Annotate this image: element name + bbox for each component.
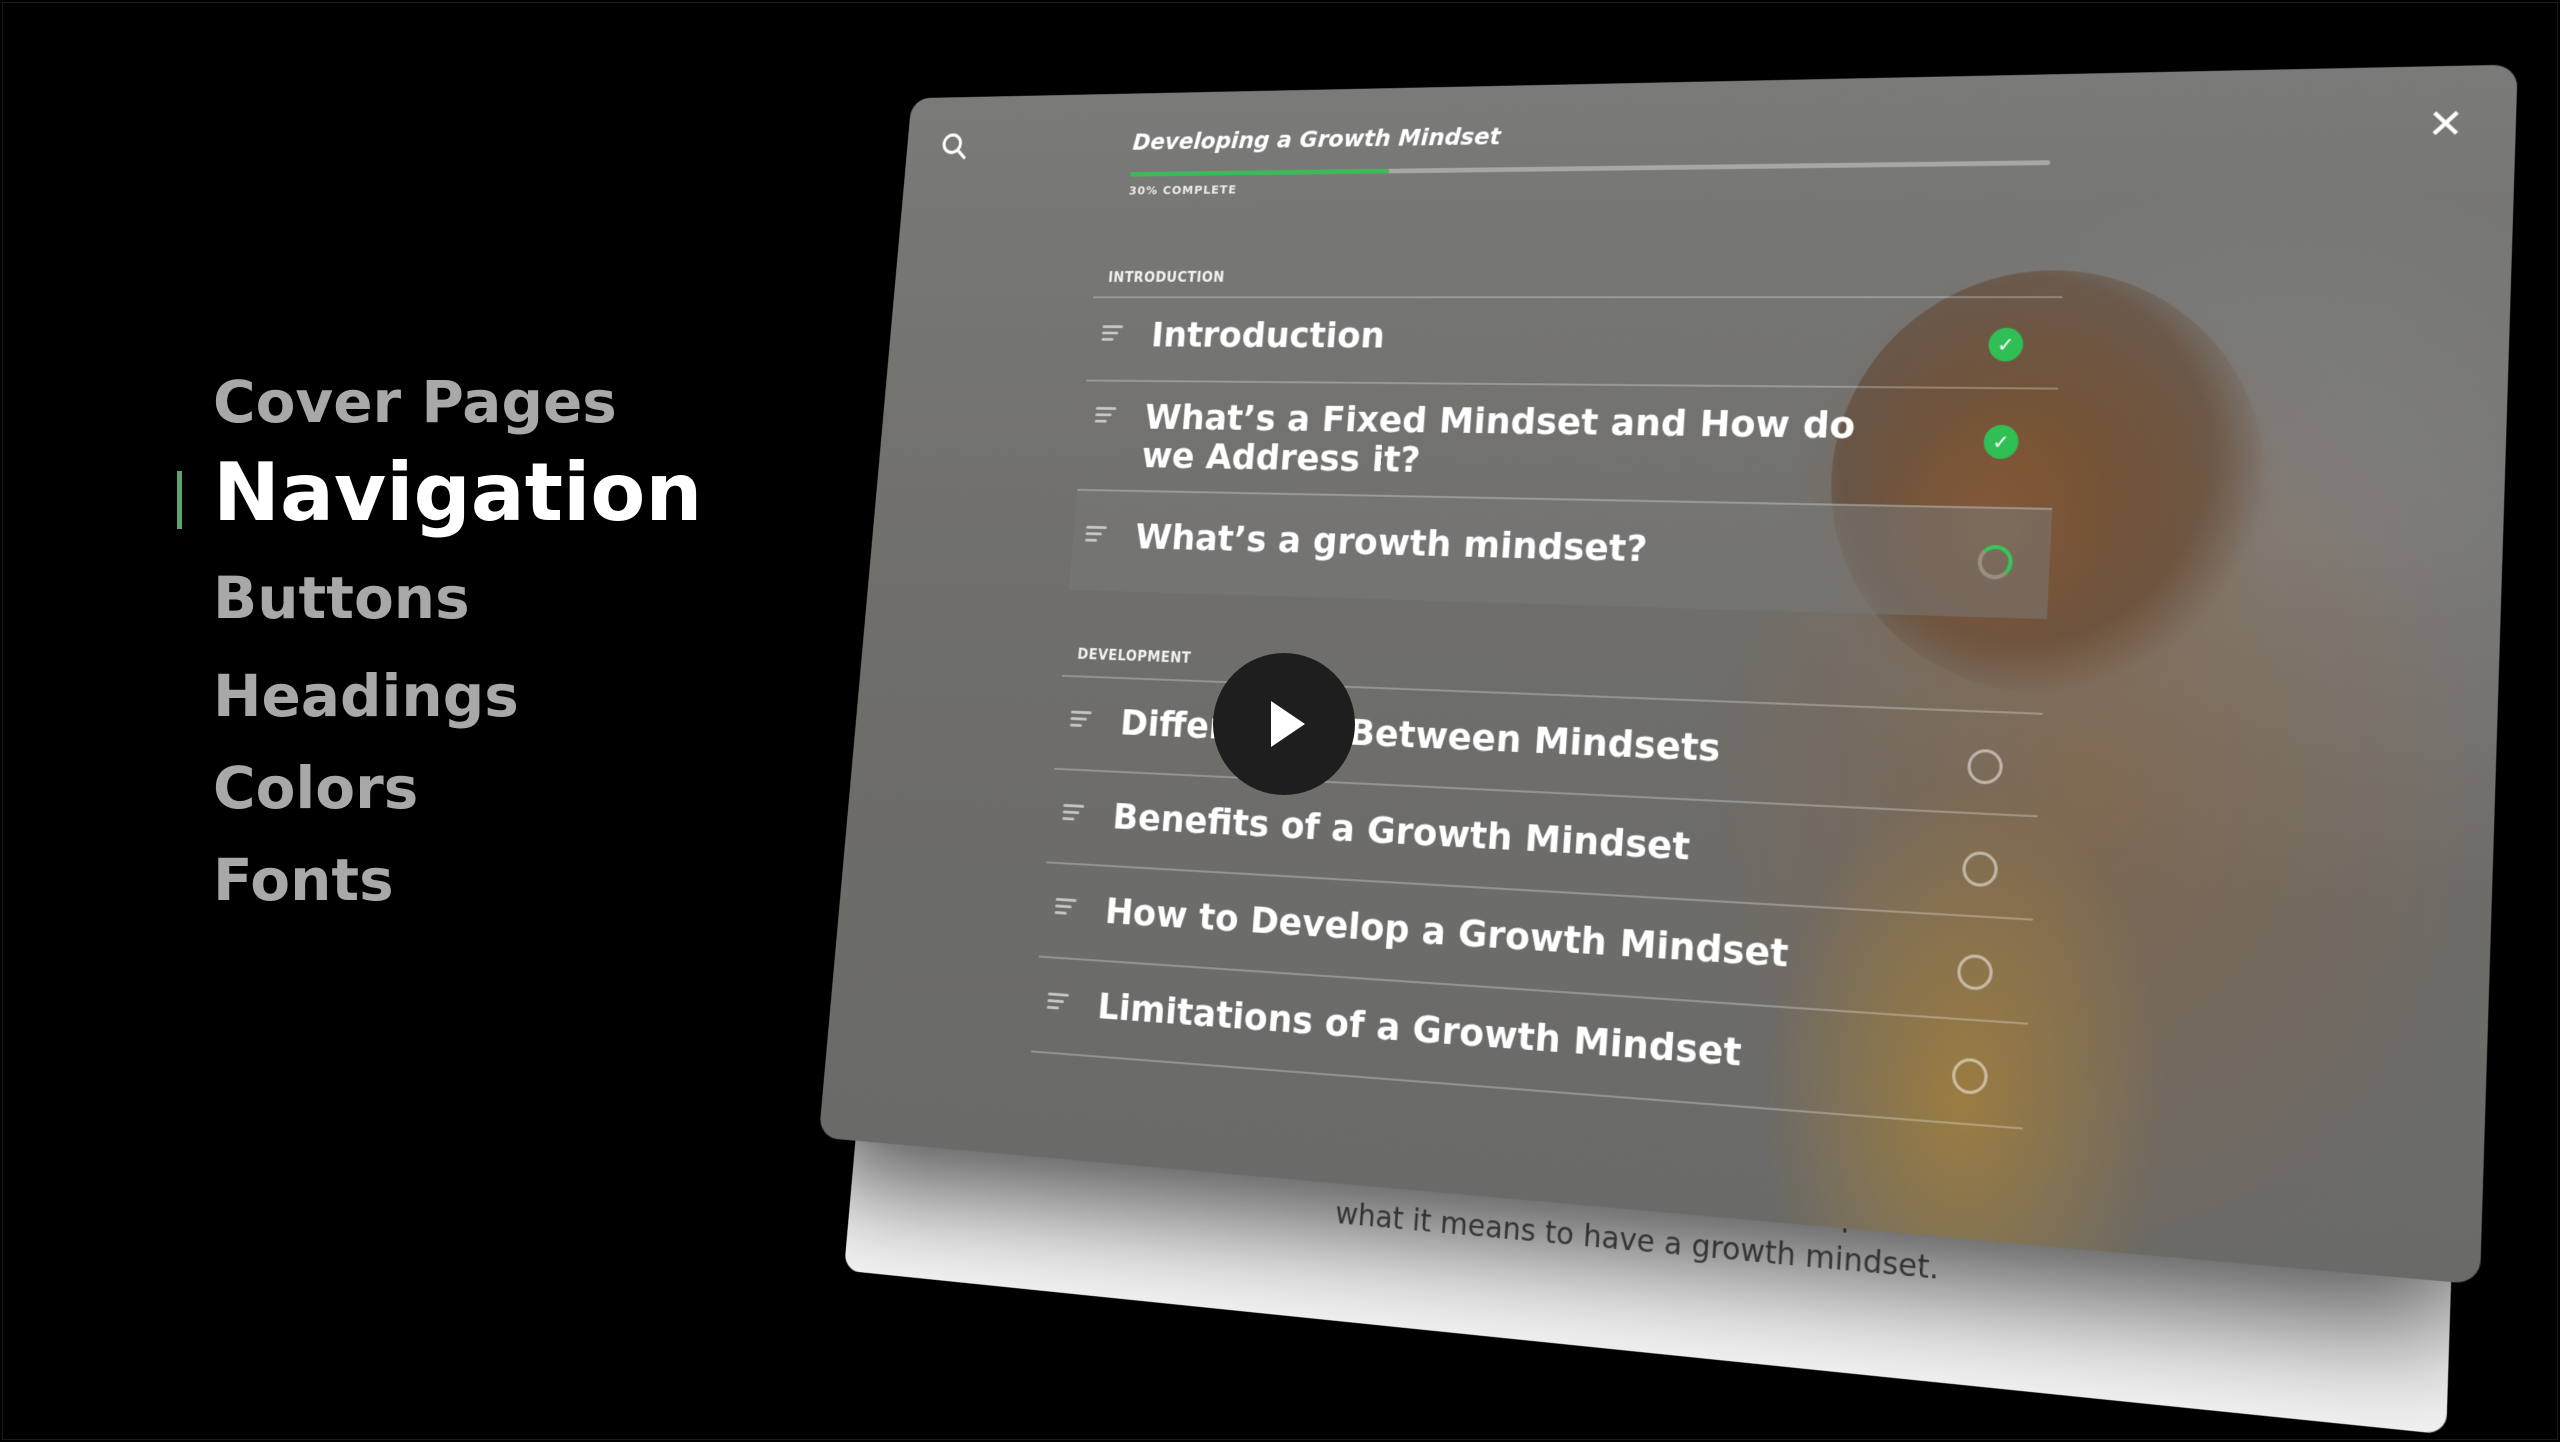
drag-handle-icon[interactable] — [1046, 992, 1069, 1013]
incomplete-circle-icon — [1956, 953, 1994, 991]
lesson-item[interactable]: What’s a Fixed Mindset and How do we Add… — [1077, 379, 2058, 508]
lesson-item[interactable]: Introduction ✓ — [1086, 296, 2063, 388]
drag-handle-icon[interactable] — [1069, 710, 1092, 731]
section-label-introduction: INTRODUCTION — [1107, 268, 1226, 286]
progress-bar-fill — [1130, 168, 1390, 177]
video-frame: Cover Pages Navigation Buttons Headings … — [2, 2, 2558, 1440]
progress-label: 30% COMPLETE — [1128, 183, 1238, 199]
close-icon[interactable]: ✕ — [2419, 100, 2473, 149]
course-title: Developing a Growth Mindset — [1131, 122, 1502, 156]
lesson-title: What’s a Fixed Mindset and How do we Add… — [1140, 396, 1857, 481]
incomplete-circle-icon — [1951, 1057, 1989, 1096]
search-icon[interactable] — [937, 128, 973, 164]
lesson-title: How to Develop a Growth Mindset — [1103, 889, 1790, 976]
drag-handle-icon[interactable] — [1094, 406, 1117, 426]
progress-ring-icon — [1976, 544, 2014, 580]
play-icon — [1271, 701, 1305, 747]
play-button[interactable] — [1213, 653, 1355, 795]
lesson-title: Introduction — [1149, 314, 1387, 356]
drag-handle-icon[interactable] — [1054, 897, 1077, 919]
lesson-item-current[interactable]: What’s a growth mindset? — [1069, 488, 2053, 620]
check-icon: ✓ — [1987, 327, 2024, 362]
lesson-title: Benefits of a Growth Mindset — [1111, 795, 1692, 869]
lesson-title: Limitations of a Growth Mindset — [1096, 984, 1743, 1075]
check-icon: ✓ — [1982, 424, 2020, 460]
progress-bar — [1130, 160, 2051, 177]
incomplete-circle-icon — [1966, 748, 2004, 785]
lesson-title: What’s a growth mindset? — [1133, 515, 1649, 570]
incomplete-circle-icon — [1961, 850, 1999, 888]
course-navigation-panel: Developing a Growth Mindset 30% COMPLETE… — [818, 64, 2518, 1285]
lesson-title: Differences Between Mindsets — [1118, 701, 1722, 770]
drag-handle-icon[interactable] — [1085, 525, 1107, 546]
section-label-development: DEVELOPMENT — [1076, 645, 1192, 667]
drag-handle-icon[interactable] — [1101, 325, 1124, 344]
drag-handle-icon[interactable] — [1062, 803, 1085, 825]
